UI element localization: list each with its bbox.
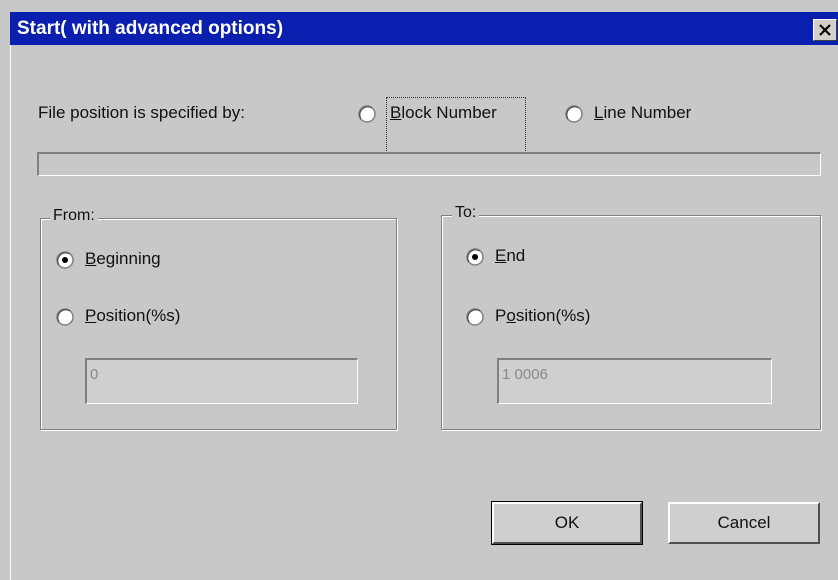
to-legend: To: bbox=[452, 204, 480, 222]
close-icon bbox=[819, 24, 831, 36]
end-label[interactable]: End bbox=[495, 246, 525, 266]
close-button[interactable] bbox=[813, 19, 837, 41]
from-legend: From: bbox=[50, 207, 98, 225]
to-position-label[interactable]: Position(%s) bbox=[495, 306, 590, 326]
block-number-label[interactable]: Block Number bbox=[390, 103, 497, 123]
cancel-button[interactable]: Cancel bbox=[668, 502, 820, 544]
line-number-label[interactable]: Line Number bbox=[594, 103, 691, 123]
radio-line-number[interactable] bbox=[565, 105, 583, 123]
file-position-label: File position is specified by: bbox=[38, 103, 245, 122]
radio-button-icon bbox=[466, 308, 484, 326]
radio-beginning[interactable] bbox=[56, 251, 74, 269]
from-position-label[interactable]: Position(%s) bbox=[85, 306, 180, 326]
from-position-input[interactable]: 0 bbox=[85, 358, 358, 404]
ok-button[interactable]: OK bbox=[491, 501, 643, 545]
to-position-input[interactable]: 1 0006 bbox=[497, 358, 772, 404]
radio-button-icon bbox=[565, 105, 583, 123]
progress-bar bbox=[37, 152, 821, 176]
radio-button-icon bbox=[466, 248, 484, 266]
radio-from-position[interactable] bbox=[56, 308, 74, 326]
radio-to-position[interactable] bbox=[466, 308, 484, 326]
beginning-label[interactable]: Beginning bbox=[85, 249, 161, 269]
radio-button-icon bbox=[56, 251, 74, 269]
radio-end[interactable] bbox=[466, 248, 484, 266]
title-bar[interactable]: Start( with advanced options) bbox=[10, 12, 838, 45]
radio-block-number[interactable] bbox=[358, 105, 376, 123]
radio-button-icon bbox=[56, 308, 74, 326]
dialog-title: Start( with advanced options) bbox=[17, 18, 284, 39]
radio-button-icon bbox=[358, 105, 376, 123]
